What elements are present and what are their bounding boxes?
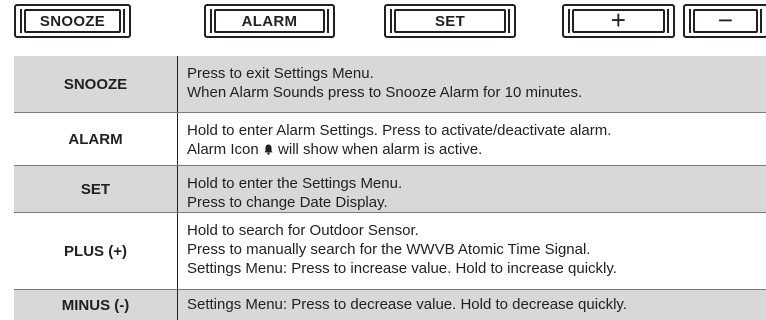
table-row-set: SET Hold to enter the Settings Menu. Pre… xyxy=(14,166,766,213)
minus-button-label: − xyxy=(693,7,758,33)
alarm-button-label: ALARM xyxy=(214,9,325,33)
description-line: Settings Menu: Press to increase value. … xyxy=(187,259,617,277)
description-text: will show when alarm is active. xyxy=(278,141,483,158)
row-key: SNOOZE xyxy=(14,56,178,112)
minus-button[interactable]: − xyxy=(683,4,766,38)
snooze-button[interactable]: SNOOZE xyxy=(14,4,131,38)
row-key: SET xyxy=(14,166,178,212)
description-line: Hold to search for Outdoor Sensor. xyxy=(187,221,419,239)
plus-button-label: + xyxy=(572,7,665,33)
table-row-minus: MINUS (-) Settings Menu: Press to decrea… xyxy=(14,290,766,320)
description-line: When Alarm Sounds press to Snooze Alarm … xyxy=(187,84,583,101)
description-line: Settings Menu: Press to decrease value. … xyxy=(187,296,627,313)
set-button[interactable]: SET xyxy=(384,4,516,38)
description-line: Hold to enter Alarm Settings. Press to a… xyxy=(187,122,612,139)
row-description: Hold to enter the Settings Menu. Press t… xyxy=(178,166,766,212)
description-line: Press to exit Settings Menu. xyxy=(187,65,374,82)
set-button-label: SET xyxy=(394,9,506,33)
description-line: Press to change Date Display. xyxy=(187,194,388,211)
button-function-table: SNOOZE Press to exit Settings Menu. When… xyxy=(14,56,766,320)
row-key: PLUS (+) xyxy=(14,213,178,289)
row-description: Press to exit Settings Menu. When Alarm … xyxy=(178,56,766,112)
row-description: Hold to search for Outdoor Sensor. Press… xyxy=(178,213,766,289)
description-line: Press to manually search for the WWVB At… xyxy=(187,240,591,258)
table-row-snooze: SNOOZE Press to exit Settings Menu. When… xyxy=(14,56,766,113)
table-row-plus: PLUS (+) Hold to search for Outdoor Sens… xyxy=(14,213,766,290)
row-key: MINUS (-) xyxy=(14,290,178,320)
table-row-alarm: ALARM Hold to enter Alarm Settings. Pres… xyxy=(14,113,766,166)
row-key: ALARM xyxy=(14,113,178,165)
snooze-button-label: SNOOZE xyxy=(24,9,121,33)
bell-icon xyxy=(264,144,273,155)
alarm-button[interactable]: ALARM xyxy=(204,4,335,38)
row-description: Settings Menu: Press to decrease value. … xyxy=(178,290,766,320)
row-description: Hold to enter Alarm Settings. Press to a… xyxy=(178,113,766,165)
description-text: Alarm Icon xyxy=(187,141,259,158)
plus-button[interactable]: + xyxy=(562,4,675,38)
description-line: Hold to enter the Settings Menu. xyxy=(187,175,403,192)
description-line-with-icon: Alarm Icon will show when alarm is activ… xyxy=(187,140,766,159)
